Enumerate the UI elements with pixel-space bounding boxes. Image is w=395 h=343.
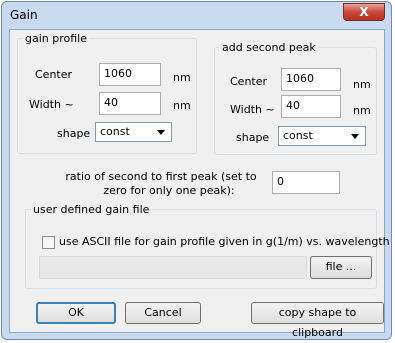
second-shape-label: shape: [236, 131, 270, 144]
close-button[interactable]: X: [343, 3, 385, 21]
shape-select[interactable]: const: [95, 122, 172, 142]
ascii-file-checkbox[interactable]: [42, 236, 55, 249]
ratio-label-line1: ratio of second to first peak (set to: [65, 170, 257, 183]
file-path-field: [39, 256, 307, 279]
ascii-file-label: use ASCII file for gain profile given in…: [59, 235, 390, 248]
second-width-input[interactable]: 40: [281, 95, 341, 118]
dialog-body: gain profile Center 1060 nm Width ~ 40 n…: [9, 29, 390, 339]
center-input[interactable]: 1060: [99, 63, 161, 86]
gain-dialog: Gain X gain profile Center 1060 nm Width…: [1, 1, 392, 340]
second-peak-legend: add second peak: [222, 41, 316, 54]
second-center-input[interactable]: 1060: [281, 68, 341, 91]
width-input[interactable]: 40: [99, 92, 161, 115]
shape-label: shape: [57, 127, 91, 140]
width-label: Width ~: [29, 98, 74, 111]
dialog-title: Gain: [10, 8, 38, 22]
cancel-button[interactable]: Cancel: [125, 302, 201, 324]
chevron-down-icon: [351, 134, 359, 139]
width-unit: nm: [173, 99, 191, 112]
gain-profile-legend: gain profile: [25, 32, 87, 45]
second-center-label: Center: [230, 75, 268, 88]
ratio-label: ratio of second to first peak (set to ze…: [58, 170, 264, 198]
second-shape-select-value: const: [283, 129, 313, 142]
second-center-unit: nm: [353, 78, 371, 91]
shape-select-value: const: [100, 125, 130, 138]
user-file-legend: user defined gain file: [33, 203, 150, 216]
title-bar: Gain X: [2, 2, 391, 28]
close-icon: X: [359, 5, 369, 19]
center-label: Center: [35, 68, 73, 81]
ok-button[interactable]: OK: [36, 302, 116, 324]
chevron-down-icon: [157, 130, 165, 135]
center-unit: nm: [173, 71, 191, 84]
second-shape-select[interactable]: const: [278, 126, 366, 146]
copy-shape-button[interactable]: copy shape to clipboard: [251, 302, 384, 339]
second-width-unit: nm: [353, 104, 371, 117]
ratio-label-line2: zero for only one peak):: [103, 184, 235, 197]
ratio-input[interactable]: 0: [272, 171, 340, 194]
file-button[interactable]: file ...: [310, 256, 372, 279]
second-width-label: Width ~: [230, 103, 275, 116]
